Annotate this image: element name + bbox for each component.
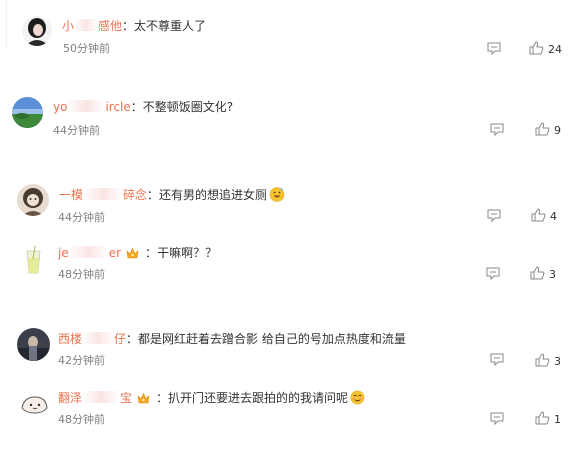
thumbs-up-icon[interactable] xyxy=(529,41,544,55)
username-start: 小 xyxy=(62,19,75,33)
avatar-image xyxy=(19,391,50,418)
crown-badge-icon xyxy=(137,392,150,404)
like-count: 3 xyxy=(554,355,561,368)
comment-time: 48分钟前 xyxy=(58,413,105,426)
avatar-image xyxy=(22,16,52,46)
avatar[interactable] xyxy=(17,328,50,361)
comment-separator: ： xyxy=(130,100,143,114)
username-link[interactable]: yo ircle xyxy=(53,100,131,114)
thumbs-up-icon[interactable] xyxy=(531,208,546,222)
thumbs-up-icon[interactable] xyxy=(535,411,550,425)
username-start: 翻泽 xyxy=(58,391,83,405)
like-count: 4 xyxy=(550,210,557,223)
username-start: 一模 xyxy=(59,188,84,202)
thumbs-up-icon[interactable] xyxy=(535,353,550,367)
username-blur xyxy=(82,391,121,403)
username-blur xyxy=(74,19,99,31)
comment-line: 小 感他：太不尊重人了 xyxy=(62,18,206,34)
avatar-image xyxy=(17,328,50,361)
comment-line: 翻泽 宝 ：扒开门还要进去跟拍的的我请问呢 xyxy=(58,390,365,406)
username-end: 碎念 xyxy=(123,188,148,202)
avatar[interactable] xyxy=(17,184,49,216)
comment-time: 42分钟前 xyxy=(58,354,105,367)
sweat-smile-emoji xyxy=(269,187,285,202)
comment-icon[interactable] xyxy=(486,267,500,280)
username-end: 感他 xyxy=(98,19,123,33)
blush-emoji xyxy=(350,390,365,405)
comment-text: 不整顿饭圈文化? xyxy=(142,100,234,114)
comment-text: 还有男的想追进女厕 xyxy=(159,188,268,202)
avatar[interactable] xyxy=(20,245,47,275)
left-divider xyxy=(6,0,7,50)
like-count: 24 xyxy=(548,43,562,56)
username-start: 西楼 xyxy=(58,332,83,346)
username-end: 仔 xyxy=(114,332,127,346)
comment-separator: ： xyxy=(126,332,139,346)
avatar-image xyxy=(12,97,43,128)
comment-separator: ： xyxy=(145,246,158,260)
username-start: yo xyxy=(53,100,68,114)
thumbs-up-icon[interactable] xyxy=(535,122,550,136)
comment-line: yo ircle：不整顿饭圈文化? xyxy=(53,99,233,115)
comment-icon[interactable] xyxy=(487,42,501,55)
comment-line: 西楼 仔：都是网红赶着去蹭合影 给自己的号加点热度和流量 xyxy=(58,331,406,347)
comment-separator: ： xyxy=(122,19,135,33)
comment-time: 44分钟前 xyxy=(58,211,105,224)
avatar[interactable] xyxy=(12,97,43,128)
comment-line: je er ：干嘛啊？？ xyxy=(58,245,217,261)
comment-icon[interactable] xyxy=(490,123,504,136)
username-link[interactable]: 一模 碎念 xyxy=(59,188,147,202)
username-link[interactable]: 翻泽 宝 xyxy=(58,391,132,405)
comment-time: 48分钟前 xyxy=(58,268,105,281)
avatar-image xyxy=(20,245,47,275)
comment-icon[interactable] xyxy=(490,412,504,425)
comment-text: 太不尊重人了 xyxy=(134,19,207,33)
username-blur xyxy=(83,188,124,200)
like-count: 3 xyxy=(549,268,556,281)
username-blur xyxy=(67,100,106,112)
comment-text: 干嘛啊？？ xyxy=(157,246,218,260)
username-blur xyxy=(82,332,115,344)
comment-line: 一模 碎念：还有男的想追进女厕 xyxy=(59,186,285,203)
avatar-image xyxy=(17,184,49,216)
username-end: ircle xyxy=(105,100,131,114)
username-blur xyxy=(68,246,109,258)
comment-icon[interactable] xyxy=(487,209,501,222)
comment-text: 扒开门还要进去跟拍的的我请问呢 xyxy=(168,391,349,405)
thumbs-up-icon[interactable] xyxy=(530,266,545,280)
avatar[interactable] xyxy=(19,391,50,418)
like-count: 1 xyxy=(554,413,561,426)
username-end: er xyxy=(108,246,122,260)
username-link[interactable]: 西楼 仔 xyxy=(58,332,126,346)
comment-separator: ： xyxy=(147,188,160,202)
like-count: 9 xyxy=(554,124,561,137)
username-end: 宝 xyxy=(120,391,133,405)
crown-badge-icon xyxy=(126,247,139,259)
comment-time: 50分钟前 xyxy=(63,42,110,55)
username-start: je xyxy=(58,246,69,260)
avatar[interactable] xyxy=(22,16,52,46)
comment-separator: ： xyxy=(156,391,169,405)
comment-text: 都是网红赶着去蹭合影 给自己的号加点热度和流量 xyxy=(138,332,406,346)
comment-icon[interactable] xyxy=(490,353,504,366)
username-link[interactable]: 小 感他 xyxy=(62,19,122,33)
username-link[interactable]: je er xyxy=(58,246,121,260)
comment-time: 44分钟前 xyxy=(53,124,100,137)
